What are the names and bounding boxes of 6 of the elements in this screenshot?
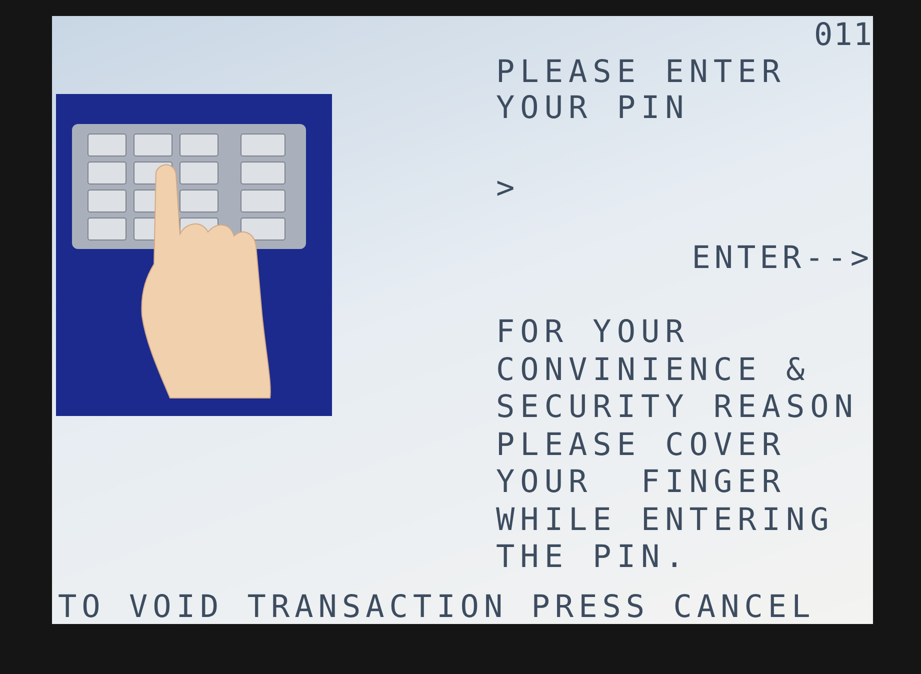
enter-hint: ENTER-->: [692, 240, 873, 276]
pin-input-prompt: >: [496, 170, 520, 206]
security-notice: FOR YOUR CONVINIENCE & SECURITY REASON PLEASE COVER YOUR FINGER WHILE ENTERING THE PIN.: [496, 314, 860, 576]
screen-code: 011: [814, 16, 873, 54]
pin-prompt-title: PLEASE ENTER YOUR PIN: [496, 54, 787, 126]
cancel-instruction: TO VOID TRANSACTION PRESS CANCEL: [57, 592, 816, 624]
